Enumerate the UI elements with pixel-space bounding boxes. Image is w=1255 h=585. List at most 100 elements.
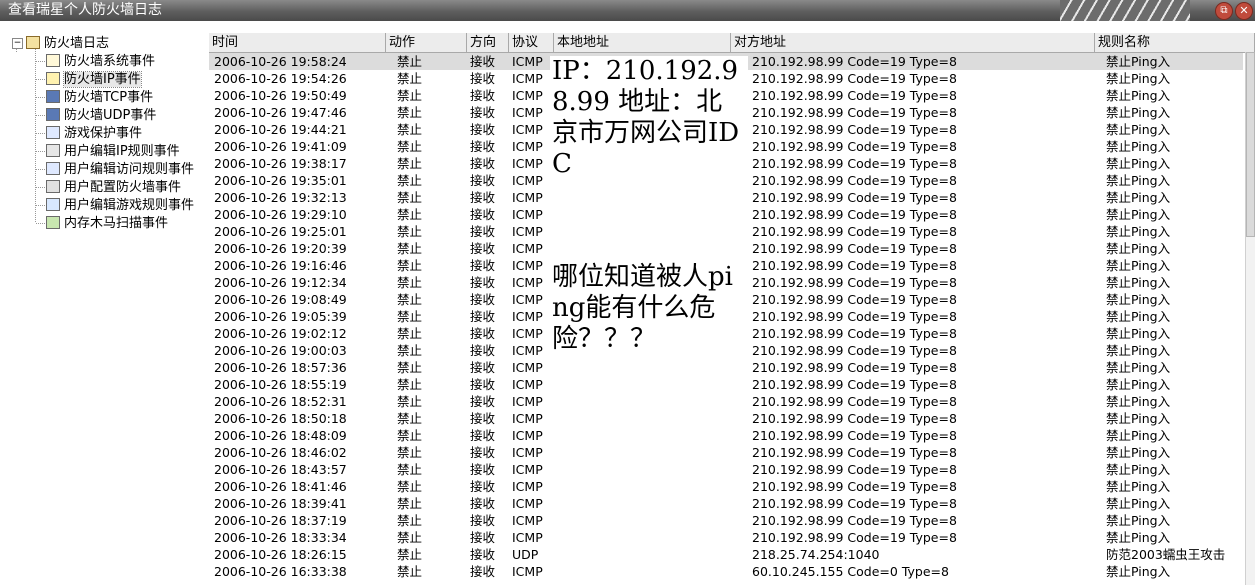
tree-item[interactable]: 防火墙UDP事件	[36, 107, 156, 124]
table-cell: 2006-10-26 19:44:21	[214, 122, 347, 137]
table-cell: ICMP	[512, 428, 543, 443]
tree-item-label: 防火墙IP事件	[63, 71, 142, 88]
tree-item[interactable]: 用户编辑游戏规则事件	[36, 197, 194, 214]
table-cell: ICMP	[512, 411, 543, 426]
table-cell: 2006-10-26 19:16:46	[214, 258, 347, 273]
table-cell: 210.192.98.99 Code=19 Type=8	[752, 292, 957, 307]
table-cell: 2006-10-26 19:02:12	[214, 326, 347, 341]
tree-item[interactable]: 用户配置防火墙事件	[36, 179, 181, 196]
table-cell: 禁止	[397, 547, 423, 562]
close-icon[interactable]: ✕	[1235, 2, 1253, 20]
tree-item[interactable]: 防火墙TCP事件	[36, 89, 154, 106]
table-cell: 禁止Ping入	[1106, 479, 1171, 494]
table-cell: 禁止	[397, 190, 423, 205]
scrollbar-thumb[interactable]	[1246, 52, 1255, 237]
tree-root-label: 防火墙日志	[44, 36, 110, 51]
tree-item[interactable]: 用户编辑访问规则事件	[36, 161, 194, 178]
table-cell: 禁止Ping入	[1106, 326, 1171, 341]
config-icon	[46, 180, 60, 193]
table-cell: 2006-10-26 19:20:39	[214, 241, 347, 256]
table-cell: 防范2003蠕虫王攻击	[1106, 547, 1226, 562]
table-cell: 210.192.98.99 Code=19 Type=8	[752, 445, 957, 460]
restore-icon[interactable]: ⧉	[1215, 2, 1233, 20]
collapse-toggle-icon[interactable]: −	[12, 38, 23, 49]
table-cell: 210.192.98.99 Code=19 Type=8	[752, 326, 957, 341]
column-header[interactable]: 动作	[386, 33, 467, 52]
table-cell: 210.192.98.99 Code=19 Type=8	[752, 122, 957, 137]
table-cell: 禁止Ping入	[1106, 360, 1171, 375]
table-cell: 接收	[470, 513, 496, 528]
tree-root[interactable]: 防火墙日志	[26, 35, 109, 52]
window-title: 查看瑞星个人防火墙日志	[8, 2, 162, 18]
table-cell: ICMP	[512, 190, 543, 205]
table-cell: 禁止	[397, 122, 423, 137]
table-cell: 2006-10-26 19:12:34	[214, 275, 347, 290]
table-cell: 接收	[470, 462, 496, 477]
table-cell: 接收	[470, 122, 496, 137]
column-header[interactable]: 本地地址	[554, 33, 731, 52]
table-cell: 210.192.98.99 Code=19 Type=8	[752, 343, 957, 358]
table-cell: ICMP	[512, 377, 543, 392]
vertical-scrollbar[interactable]	[1245, 52, 1255, 585]
table-cell: ICMP	[512, 462, 543, 477]
table-cell: 接收	[470, 343, 496, 358]
table-cell: 接收	[470, 445, 496, 460]
tree-item-label: 防火墙TCP事件	[64, 90, 154, 105]
column-header[interactable]: 协议	[509, 33, 554, 52]
annotation-question: 哪位知道被人ping能有什么危险？？？	[552, 262, 733, 354]
column-header[interactable]: 时间	[209, 33, 386, 52]
table-cell: 210.192.98.99 Code=19 Type=8	[752, 156, 957, 171]
table-cell: 210.192.98.99 Code=19 Type=8	[752, 479, 957, 494]
tree-item[interactable]: 防火墙IP事件	[36, 71, 142, 88]
column-header[interactable]: 对方地址	[731, 33, 1095, 52]
table-cell: 接收	[470, 377, 496, 392]
table-cell: 禁止Ping入	[1106, 54, 1171, 69]
table-cell: 210.192.98.99 Code=19 Type=8	[752, 462, 957, 477]
tree-item[interactable]: 游戏保护事件	[36, 125, 142, 142]
table-cell: ICMP	[512, 360, 543, 375]
table-cell: 210.192.98.99 Code=19 Type=8	[752, 411, 957, 426]
table-cell: 禁止Ping入	[1106, 411, 1171, 426]
column-header[interactable]: 规则名称	[1095, 33, 1255, 52]
table-cell: 禁止	[397, 360, 423, 375]
table-cell: 接收	[470, 309, 496, 324]
table-cell: 接收	[470, 54, 496, 69]
table-cell: 60.10.245.155 Code=0 Type=8	[752, 564, 949, 579]
table-cell: 禁止Ping入	[1106, 139, 1171, 154]
list-header: 时间 动作 方向 协议 本地地址 对方地址 规则名称	[209, 33, 1255, 53]
table-cell: 210.192.98.99 Code=19 Type=8	[752, 309, 957, 324]
table-cell: 接收	[470, 496, 496, 511]
folder-log-icon	[26, 36, 40, 49]
exe-icon	[46, 162, 60, 175]
log-category-tree: − 防火墙日志 防火墙系统事件 防火墙IP事件 防火墙TCP事件防火墙UDP事件 游戏…	[0, 32, 209, 585]
table-cell: 2006-10-26 18:48:09	[214, 428, 347, 443]
table-cell: ICMP	[512, 530, 543, 545]
table-cell: 禁止Ping入	[1106, 241, 1171, 256]
table-cell: 接收	[470, 190, 496, 205]
table-cell: 210.192.98.99 Code=19 Type=8	[752, 275, 957, 290]
table-cell: 210.192.98.99 Code=19 Type=8	[752, 224, 957, 239]
table-cell: 接收	[470, 224, 496, 239]
table-cell: 禁止Ping入	[1106, 258, 1171, 273]
table-cell: 2006-10-26 19:38:17	[214, 156, 347, 171]
table-cell: 禁止	[397, 479, 423, 494]
table-cell: 禁止Ping入	[1106, 88, 1171, 103]
table-cell: 禁止Ping入	[1106, 224, 1171, 239]
table-cell: 禁止	[397, 496, 423, 511]
table-cell: 禁止	[397, 105, 423, 120]
tree-item[interactable]: 用户编辑IP规则事件	[36, 143, 180, 160]
table-cell: 接收	[470, 258, 496, 273]
table-cell: ICMP	[512, 88, 543, 103]
table-cell: ICMP	[512, 326, 543, 341]
table-cell: 禁止	[397, 275, 423, 290]
table-cell: 禁止Ping入	[1106, 530, 1171, 545]
table-cell: ICMP	[512, 122, 543, 137]
table-cell: 禁止	[397, 411, 423, 426]
table-cell: 禁止Ping入	[1106, 275, 1171, 290]
table-cell: 禁止Ping入	[1106, 445, 1171, 460]
tree-item[interactable]: 防火墙系统事件	[36, 53, 155, 70]
table-cell: 禁止Ping入	[1106, 309, 1171, 324]
column-header[interactable]: 方向	[467, 33, 509, 52]
table-cell: 接收	[470, 292, 496, 307]
tree-item[interactable]: 内存木马扫描事件	[36, 215, 168, 232]
